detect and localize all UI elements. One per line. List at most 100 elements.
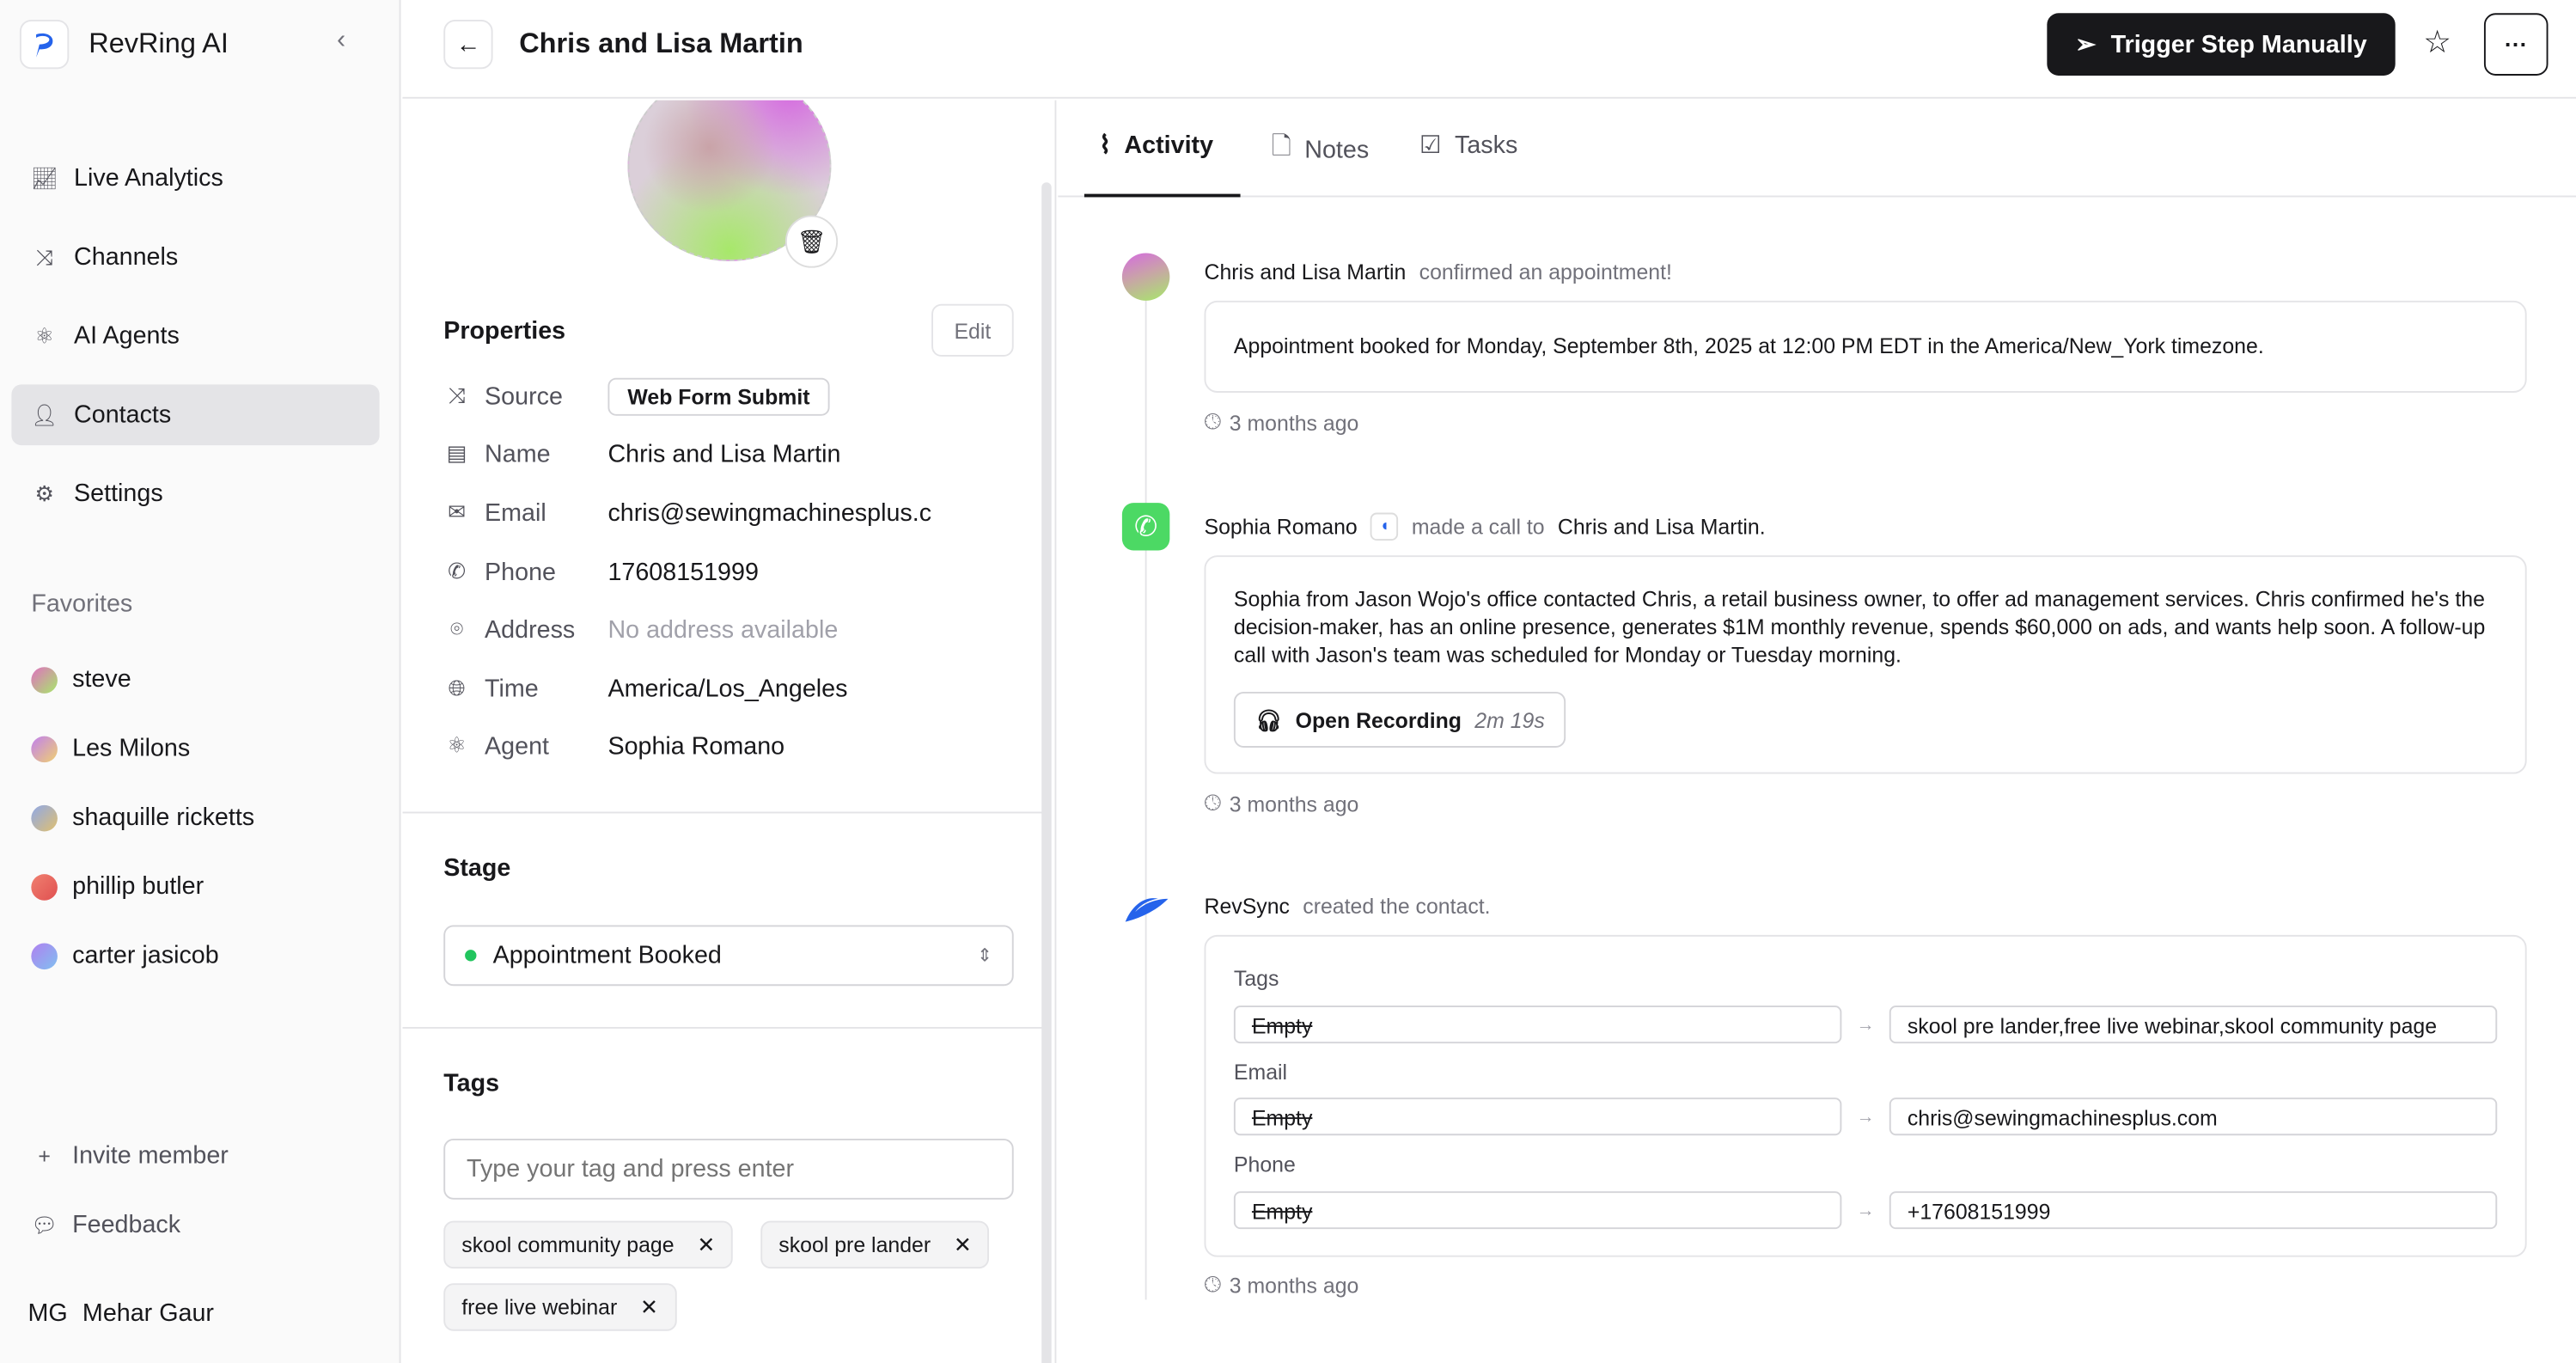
sidebar-item-channels[interactable]: ⤨ Channels <box>11 227 379 288</box>
property-value: America/Los_Angeles <box>607 674 848 703</box>
sidebar-item-ai-agents[interactable]: ⚛ AI Agents <box>11 306 379 367</box>
nav-label: Live Analytics <box>74 164 223 193</box>
tab-label: Activity <box>1124 131 1214 159</box>
more-button[interactable]: ··· <box>2483 13 2549 76</box>
avatar <box>31 804 58 831</box>
checkbox-icon: ☑ <box>1419 131 1442 160</box>
property-value: 17608151999 <box>607 558 759 586</box>
active-tab-indicator <box>1084 193 1241 198</box>
contact-avatar <box>1121 253 1170 301</box>
star-icon[interactable]: ☆ <box>2423 25 2451 63</box>
property-label: Email <box>485 498 546 527</box>
tab-tasks[interactable]: ☑ Tasks <box>1419 130 1517 159</box>
event-actor[interactable]: RevSync <box>1204 894 1289 919</box>
recording-duration: 2m 19s <box>1474 707 1545 732</box>
event-actor[interactable]: Chris and Lisa Martin <box>1204 260 1406 284</box>
arrow-left-icon: ← <box>455 30 481 58</box>
revring-logo[interactable] <box>19 19 70 70</box>
event-header: Chris and Lisa Martin confirmed an appoin… <box>1204 260 1671 284</box>
property-label: Time <box>485 674 539 703</box>
user-icon: 👤︎ <box>30 401 58 427</box>
property-value: Chris and Lisa Martin <box>607 439 841 468</box>
mail-icon: ✉ <box>448 499 466 524</box>
globe-icon: 🌐︎ <box>448 675 466 700</box>
change-field: Phone <box>1233 1152 1296 1177</box>
shuffle-icon: ⤨ <box>35 243 53 269</box>
property-label: Source <box>485 382 563 411</box>
trigger-step-button[interactable]: ➢ Trigger Step Manually <box>2047 13 2396 76</box>
tab-activity[interactable]: ⌇ Activity <box>1099 130 1213 159</box>
divider <box>402 811 1044 814</box>
favorite-item[interactable]: steve <box>31 665 131 694</box>
favorite-name: steve <box>72 665 131 694</box>
tag-label: skool pre lander <box>778 1232 931 1257</box>
user-menu[interactable]: MG Mehar Gaur <box>28 1299 214 1328</box>
back-button[interactable]: ← <box>443 19 493 70</box>
favorites-heading: Favorites <box>31 590 133 618</box>
invite-member-button[interactable]: + Invite member <box>31 1141 229 1170</box>
tag-label: free live webinar <box>461 1294 618 1320</box>
send-icon: ➢ <box>2075 31 2097 59</box>
activity-icon: ⌇ <box>1099 131 1112 160</box>
time-ago: 3 months ago <box>1229 1272 1359 1298</box>
sidebar-item-settings[interactable]: ⚙ Settings <box>11 463 379 524</box>
scrollbar[interactable] <box>1041 182 1052 1363</box>
invite-label: Invite member <box>72 1141 229 1170</box>
event-card: Appointment booked for Monday, September… <box>1204 300 2527 393</box>
header: ← Chris and Lisa Martin ➢ Trigger Step Ma… <box>402 0 2576 99</box>
property-label: Name <box>485 439 551 468</box>
property-source: ⤨ Source Web Form Submit <box>443 376 830 416</box>
trash-icon[interactable]: 🗑︎ <box>784 215 839 268</box>
change-field: Tags <box>1233 966 1279 991</box>
property-agent: ⚛ Agent Sophia Romano <box>443 726 784 766</box>
activity-panel: ⌇ Activity 🗋︎ Notes ☑ Tasks Chris and Lisa … <box>1058 101 2576 1363</box>
tab-notes[interactable]: 🗋︎ Notes <box>1272 130 1369 171</box>
favorite-item[interactable]: shaquille ricketts <box>31 803 255 832</box>
event-action: made a call to <box>1411 514 1545 540</box>
recording-label: Open Recording <box>1295 707 1462 732</box>
file-icon: 🗋︎ <box>1271 132 1291 162</box>
property-email: ✉ Email chris@sewingmachinesplus.c <box>443 493 931 533</box>
shuffle-icon: ⤨ <box>448 382 466 408</box>
divider <box>402 1027 1044 1029</box>
edit-button[interactable]: Edit <box>931 303 1014 357</box>
property-address: ⌾ Address No address available <box>443 609 838 649</box>
arrow-right-icon: → <box>1856 1015 1875 1036</box>
open-recording-button[interactable]: 🎧︎ Open Recording 2m 19s <box>1233 691 1566 748</box>
nav-label: Contacts <box>74 400 172 430</box>
event-time: 🕓︎ 3 months ago <box>1204 1272 1358 1299</box>
chart-icon: 📈︎ <box>30 165 58 190</box>
event-card: Sophia from Jason Wojo's office contacte… <box>1204 555 2527 774</box>
avatar <box>31 942 58 969</box>
favorite-name: Les Milons <box>72 734 191 763</box>
close-icon[interactable]: ✕ <box>640 1294 658 1321</box>
time-ago: 3 months ago <box>1229 410 1359 435</box>
source-badge: Web Form Submit <box>607 376 830 415</box>
close-icon[interactable]: ✕ <box>954 1232 972 1258</box>
favorite-name: shaquille ricketts <box>72 803 255 832</box>
contact-details-panel: 🗑︎ Properties Edit ⤨ Source Web Form Submi… <box>402 100 1057 1363</box>
nav-label: Channels <box>74 242 179 272</box>
event-time: 🕓︎ 3 months ago <box>1204 409 1358 436</box>
new-value: +17608151999 <box>1889 1191 2498 1230</box>
sidebar-item-live-analytics[interactable]: 📈︎ Live Analytics <box>11 148 379 209</box>
feedback-button[interactable]: 💬︎ Feedback <box>31 1211 180 1239</box>
favorite-item[interactable]: phillip butler <box>31 872 204 901</box>
trigger-label: Trigger Step Manually <box>2110 30 2367 58</box>
status-dot <box>465 950 477 962</box>
close-icon[interactable]: ✕ <box>697 1232 715 1258</box>
property-label: Address <box>485 615 576 644</box>
event-target[interactable]: Chris and Lisa Martin. <box>1558 514 1766 539</box>
tag-chip: skool pre lander ✕ <box>760 1220 990 1269</box>
phone-call-icon: ✆ <box>1121 503 1170 551</box>
time-ago: 3 months ago <box>1229 791 1359 816</box>
favorite-item[interactable]: Les Milons <box>31 734 191 763</box>
favorite-item[interactable]: carter jasicob <box>31 942 219 969</box>
tag-input[interactable] <box>443 1139 1014 1200</box>
sidebar-item-contacts[interactable]: 👤︎ Contacts <box>11 384 380 446</box>
collapse-sidebar-icon[interactable]: ‹ <box>337 27 345 56</box>
sidebar: RevRing AI ‹ 📈︎ Live Analytics ⤨ Channels … <box>0 0 401 1363</box>
stage-select[interactable]: Appointment Booked ⇕ <box>443 925 1014 987</box>
tab-label: Tasks <box>1454 131 1518 159</box>
event-actor[interactable]: Sophia Romano <box>1204 514 1357 539</box>
